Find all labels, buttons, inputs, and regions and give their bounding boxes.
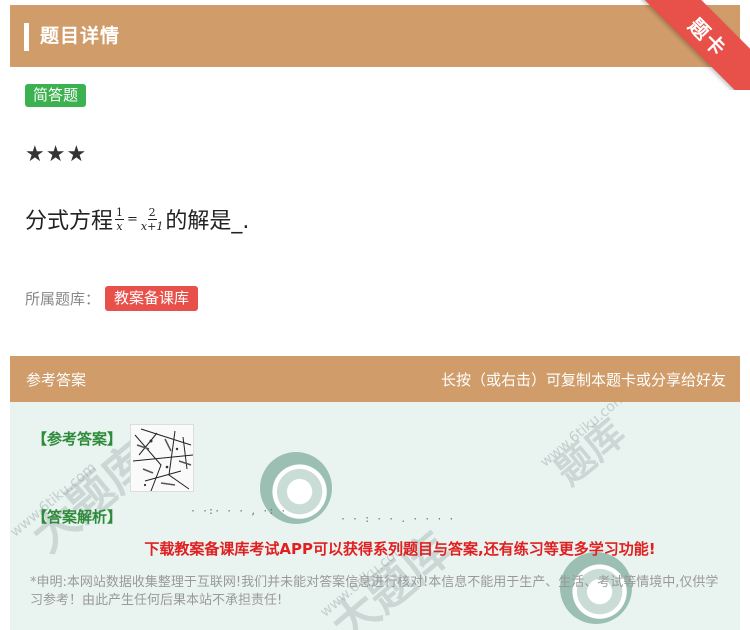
corner-ribbon[interactable]: 题卡	[640, 0, 750, 90]
watermark-glyph: 大题库	[320, 522, 462, 630]
answer-header-title: 参考答案	[26, 371, 87, 389]
scatter-marks: · ·:· · · , ·: ·	[190, 506, 287, 517]
answer-body: 大题库 大题库 题库 www.6tiku.com www.6tiku.com w…	[10, 402, 740, 630]
scatter-marks: · · : · · . · · · ·	[340, 514, 455, 525]
question-card-page: 题目详情 题卡 简答题 ★★★ 分式方程 1 x = 2 x+1 的解是_. 所…	[0, 0, 750, 630]
question-suffix: 的解是_.	[165, 209, 250, 234]
fraction-one: 1 x	[115, 205, 125, 233]
ribbon-label: 题卡	[683, 13, 732, 62]
answer-label: 【参考答案】	[32, 430, 123, 448]
fraction-two: 2 x+1	[141, 206, 163, 233]
fraction-one-denominator: x	[116, 219, 123, 233]
fraction-two-denominator: x+1	[140, 219, 164, 233]
page-title: 题目详情	[40, 25, 121, 47]
question-prefix: 分式方程	[25, 209, 114, 234]
answer-image	[130, 424, 194, 492]
explanation-label: 【答案解析】	[32, 508, 123, 526]
equals-sign: =	[127, 211, 138, 227]
question-text: 分式方程 1 x = 2 x+1 的解是_.	[25, 203, 249, 235]
share-hint: 长按（或右击）可复制本题卡或分享给好友	[440, 371, 726, 389]
disclaimer-text: *申明:本网站数据收集整理于互联网!我们并未能对答案信息进行核对!本信息不能用于…	[30, 575, 719, 608]
header-accent-bar	[24, 23, 29, 51]
fraction-two-numerator: 2	[147, 205, 157, 220]
bank-tag-link[interactable]: 教案备课库	[105, 286, 199, 311]
bank-label: 所属题库：	[25, 290, 101, 308]
detail-header: 题目详情	[10, 5, 740, 67]
download-app-promo[interactable]: 下载教案备课库考试APP可以获得系列题目与答案,还有练习等更多学习功能!	[10, 538, 740, 559]
answer-header: 参考答案 长按（或右击）可复制本题卡或分享给好友	[10, 356, 740, 402]
fraction-one-numerator: 1	[115, 205, 125, 220]
question-type-badge: 简答题	[25, 84, 87, 107]
difficulty-stars: ★★★	[25, 142, 88, 167]
